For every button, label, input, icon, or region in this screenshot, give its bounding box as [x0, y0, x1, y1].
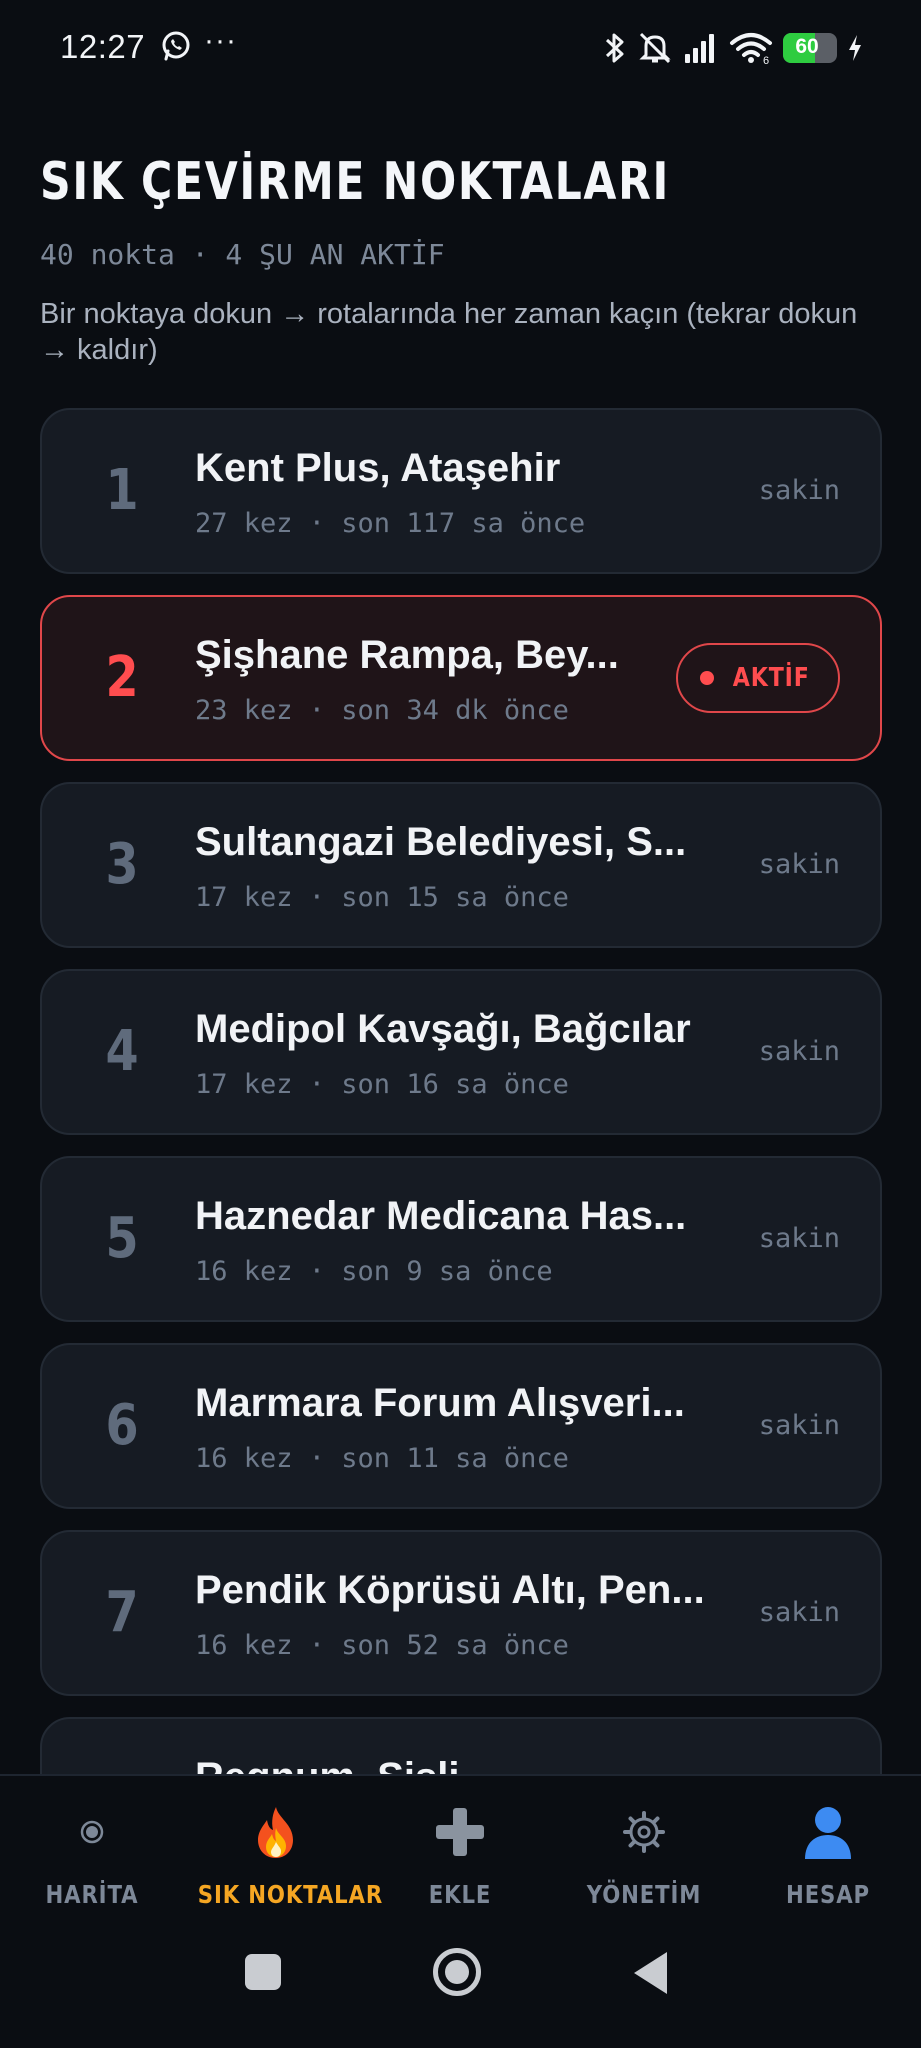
hotspot-meta: 16 kez · son 52 sa önce	[195, 1630, 569, 1661]
wifi-badge: 6	[763, 55, 769, 65]
bottom-nav: HARİTA SIK NOKTALAR EKLE YÖNETİM HESAP	[0, 1774, 921, 1914]
hotspot-name: Medipol Kavşağı, Bağcılar	[195, 1007, 691, 1051]
nav-label: EKLE	[428, 1880, 492, 1909]
status-bar: 12:27 ··· 6 60	[0, 0, 921, 96]
mute-icon	[639, 32, 671, 64]
hotspot-state: sakin	[758, 1223, 840, 1254]
wifi-icon: 6	[730, 33, 772, 65]
hotspot-rank: 3	[105, 832, 139, 897]
status-icons: 6 60	[603, 28, 863, 68]
page-subtitle: 40 nokta · 4 ŞU AN AKTİF	[40, 238, 445, 271]
hotspot-name: Haznedar Medicana Has...	[195, 1194, 687, 1238]
back-button[interactable]	[634, 1952, 667, 1994]
hotspot-rank: 7	[105, 1580, 139, 1645]
hotspot-card[interactable]: 3 Sultangazi Belediyesi, S... 17 kez · son…	[40, 782, 882, 948]
nav-item-hesap[interactable]: HESAP	[736, 1776, 920, 1916]
nav-item-harita[interactable]: HARİTA	[0, 1776, 184, 1916]
hotspot-name: Sultangazi Belediyesi, S...	[195, 820, 687, 864]
battery-level: 60	[795, 35, 819, 58]
hotspot-rank: 6	[105, 1393, 139, 1458]
hotspot-meta: 17 kez · son 15 sa önce	[195, 882, 569, 913]
hotspot-name: Regnum, Şişli	[195, 1755, 725, 1774]
active-badge-label: AKTİF	[732, 663, 810, 693]
hotspot-list: 1 Kent Plus, Ataşehir 27 kez · son 117 sa …	[40, 408, 882, 1774]
hotspot-rank: 2	[105, 645, 139, 710]
hotspot-meta: 16 kez · son 11 sa önce	[195, 1443, 569, 1474]
map-dot-icon	[0, 1802, 184, 1862]
hotspot-card[interactable]: 5 Haznedar Medicana Has... 16 kez · son 9 …	[40, 1156, 882, 1322]
active-badge: AKTİF	[676, 643, 840, 713]
nav-label: SIK NOKTALAR	[197, 1880, 384, 1909]
hotspot-meta: 16 kez · son 9 sa önce	[195, 1256, 553, 1287]
hotspot-name: Kent Plus, Ataşehir	[195, 446, 561, 490]
hotspot-rank: 4	[105, 1019, 139, 1084]
bluetooth-icon	[605, 33, 624, 63]
nav-item-sik-noktalar[interactable]: SIK NOKTALAR	[184, 1776, 384, 1916]
nav-label: YÖNETİM	[586, 1880, 702, 1909]
signal-icon	[685, 34, 714, 63]
gear-icon	[552, 1802, 736, 1862]
nav-item-ekle[interactable]: EKLE	[368, 1776, 552, 1916]
status-time: 12:27	[60, 28, 146, 65]
hotspot-state: sakin	[758, 1036, 840, 1067]
fire-icon	[184, 1802, 368, 1862]
hotspot-state: sakin	[758, 1410, 840, 1441]
hotspot-card[interactable]: 2 Şişhane Rampa, Bey... 23 kez · son 34 dk…	[40, 595, 882, 761]
hotspot-card[interactable]: 8 Regnum, Şişli	[40, 1717, 882, 1774]
screen: 12:27 ··· 6 60 SIK ÇEVİRME NOKTALARI 40 …	[0, 0, 921, 2048]
hotspot-state: sakin	[758, 849, 840, 880]
hotspot-rank: 8	[88, 1719, 156, 1774]
hotspot-card[interactable]: 1 Kent Plus, Ataşehir 27 kez · son 117 sa …	[40, 408, 882, 574]
page-title: SIK ÇEVİRME NOKTALARI	[40, 152, 671, 212]
hotspot-state: sakin	[758, 1597, 840, 1628]
hotspot-card[interactable]: 7 Pendik Köprüsü Altı, Pen... 16 kez · son…	[40, 1530, 882, 1696]
hotspot-rank: 1	[105, 458, 139, 523]
hotspot-card[interactable]: 6 Marmara Forum Alışveri... 16 kez · son 1…	[40, 1343, 882, 1509]
hotspot-meta: 17 kez · son 16 sa önce	[195, 1069, 569, 1100]
hotspot-rank: 5	[105, 1206, 139, 1271]
plus-icon	[368, 1802, 552, 1862]
nav-label: HESAP	[786, 1880, 870, 1909]
active-dot-icon	[699, 671, 714, 685]
nav-label: HARİTA	[45, 1880, 139, 1909]
hotspot-meta: 23 kez · son 34 dk önce	[195, 695, 569, 726]
charging-icon	[849, 35, 861, 61]
instruction-text: Bir noktaya dokun → rotalarında her zama…	[40, 298, 858, 366]
hotspot-state: sakin	[758, 475, 840, 506]
hotspot-name: Şişhane Rampa, Bey...	[195, 633, 619, 677]
hotspot-meta: 27 kez · son 117 sa önce	[195, 508, 586, 539]
hotspot-card[interactable]: 4 Medipol Kavşağı, Bağcılar 17 kez · son 1…	[40, 969, 882, 1135]
system-nav-bar	[0, 1914, 921, 2048]
home-button[interactable]	[433, 1948, 481, 1996]
hotspot-name: Pendik Köprüsü Altı, Pen...	[195, 1568, 705, 1612]
recents-button[interactable]	[245, 1954, 281, 1990]
hotspot-name: Marmara Forum Alışveri...	[195, 1381, 685, 1425]
whatsapp-icon	[162, 31, 190, 61]
battery-icon: 60	[783, 33, 837, 63]
notification-overflow: ···	[204, 24, 237, 57]
nav-item-yonetim[interactable]: YÖNETİM	[552, 1776, 736, 1916]
user-icon	[736, 1802, 920, 1862]
